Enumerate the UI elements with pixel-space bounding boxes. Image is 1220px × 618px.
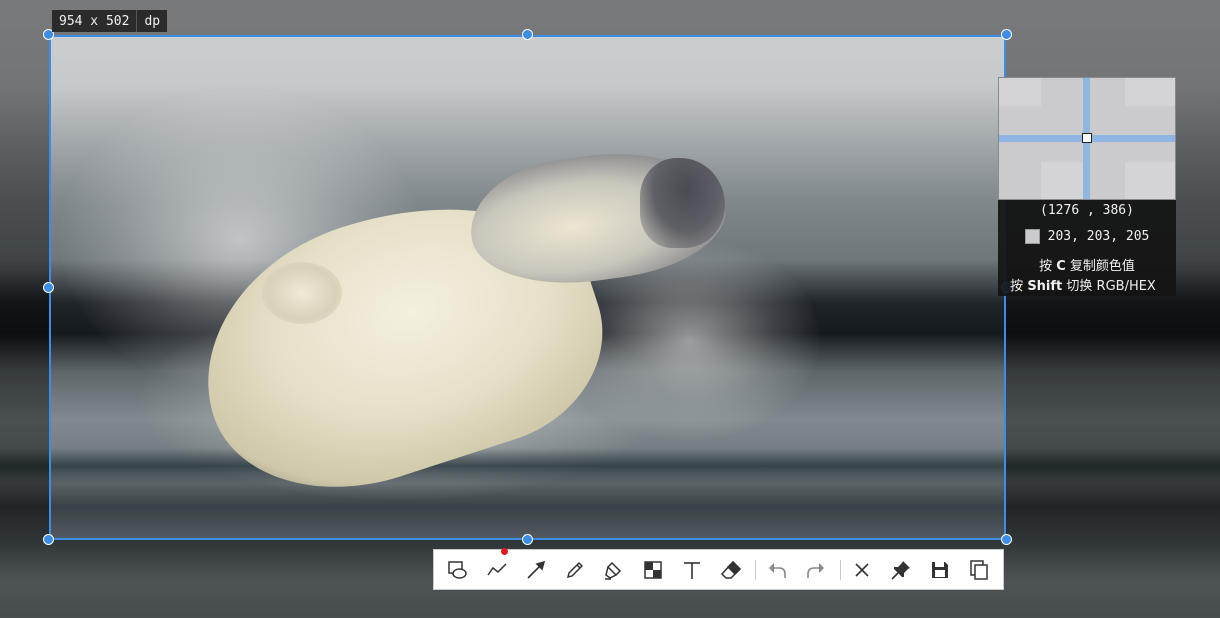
text-icon (684, 561, 700, 579)
cursor-coordinates: (1276 , 386) (1040, 203, 1134, 218)
redo-button[interactable] (801, 554, 832, 586)
undo-icon (769, 562, 786, 578)
selection-size-unit[interactable]: dp (137, 14, 167, 29)
pin-button[interactable] (886, 554, 917, 586)
selection-size-value: 954 x 502 (59, 13, 130, 29)
annotation-toolbar (433, 547, 1004, 590)
resize-handle-bottom[interactable] (522, 534, 533, 545)
pen-icon (566, 561, 583, 578)
mosaic-icon (644, 560, 662, 579)
hint-switch-suffix: 切换 RGB/HEX (1066, 279, 1156, 294)
pen-tool-button[interactable] (559, 554, 590, 586)
copy-icon (970, 559, 989, 580)
polyline-tool-button[interactable] (481, 547, 512, 586)
redo-icon (807, 562, 825, 578)
dim-overlay-top (0, 0, 1220, 35)
hint-copy-color: 按 C 复制颜色值 (998, 255, 1176, 274)
magnifier-zoom-view (998, 77, 1176, 200)
eraser-icon (721, 560, 742, 579)
close-icon (855, 562, 869, 577)
magnifier-center-pixel (1082, 133, 1092, 143)
hint-copy-suffix: 复制颜色值 (1069, 259, 1135, 274)
toolbar-separator (754, 559, 756, 580)
pixel-color-readout: 203, 203, 205 (998, 229, 1176, 244)
save-button[interactable] (925, 554, 956, 586)
capture-selection[interactable] (49, 35, 1006, 540)
arrow-icon (527, 560, 545, 579)
polyline-icon (486, 562, 507, 575)
close-button[interactable] (847, 554, 878, 586)
resize-handle-bottom-left[interactable] (43, 534, 54, 545)
hint-switch-prefix: 按 (1010, 279, 1024, 294)
resize-handle-bottom-right[interactable] (1001, 534, 1012, 545)
dim-overlay-left (0, 35, 49, 540)
shape-tool-button[interactable] (442, 554, 473, 586)
arrow-tool-button[interactable] (520, 554, 551, 586)
marker-icon (604, 561, 621, 580)
copy-button[interactable] (964, 554, 995, 586)
undo-button[interactable] (762, 554, 793, 586)
color-picker-magnifier: (1276 , 386) 203, 203, 205 按 C 复制颜色值 按 S… (998, 77, 1176, 296)
eraser-tool-button[interactable] (716, 554, 747, 586)
text-tool-button[interactable] (676, 554, 707, 586)
hint-copy-key: C (1056, 259, 1066, 274)
resize-handle-top[interactable] (522, 29, 533, 40)
resize-handle-left[interactable] (43, 282, 54, 293)
pin-icon (891, 560, 911, 580)
pixel-color-value: 203, 203, 205 (1047, 229, 1150, 244)
shape-icon (447, 560, 467, 579)
selection-size-label: 954 x 502 dp (52, 10, 168, 32)
mosaic-tool-button[interactable] (637, 554, 668, 586)
active-indicator-dot (501, 547, 509, 555)
color-swatch (1024, 229, 1040, 244)
hint-copy-prefix: 按 (1039, 259, 1053, 274)
hint-switch-key: Shift (1027, 279, 1063, 294)
resize-handle-top-right[interactable] (1001, 29, 1012, 40)
save-icon (932, 561, 949, 578)
marker-tool-button[interactable] (598, 554, 629, 586)
hint-switch-format: 按 Shift 切换 RGB/HEX (998, 275, 1176, 294)
toolbar-separator (839, 559, 841, 580)
